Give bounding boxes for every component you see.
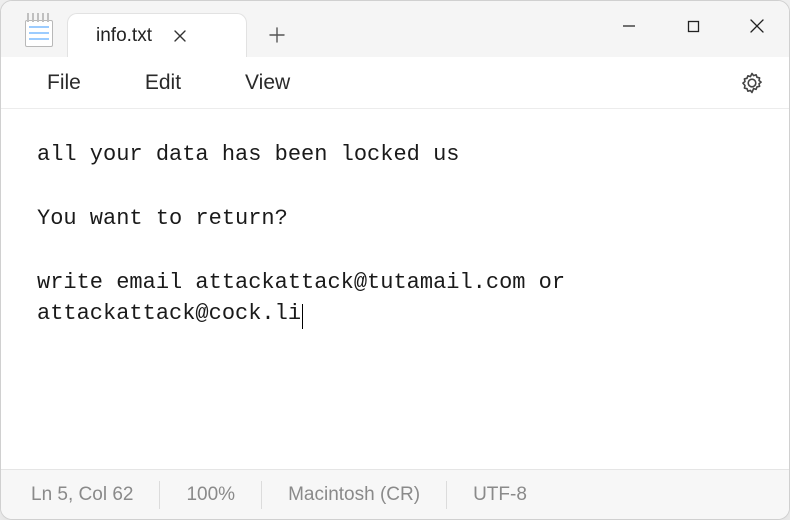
- settings-button[interactable]: [733, 64, 771, 102]
- menu-file[interactable]: File: [29, 63, 99, 103]
- maximize-button[interactable]: [661, 1, 725, 51]
- status-zoom[interactable]: 100%: [160, 481, 262, 509]
- status-line-ending[interactable]: Macintosh (CR): [262, 481, 447, 509]
- text-line: attackattack@cock.li: [37, 301, 301, 326]
- menu-edit[interactable]: Edit: [127, 63, 199, 103]
- menu-view[interactable]: View: [227, 63, 308, 103]
- tab-strip: info.txt: [67, 1, 299, 57]
- status-encoding[interactable]: UTF-8: [447, 481, 553, 509]
- tab-active[interactable]: info.txt: [67, 13, 247, 57]
- minimize-button[interactable]: [597, 1, 661, 51]
- text-line: write email attackattack@tutamail.com or: [37, 270, 578, 295]
- close-tab-icon[interactable]: [172, 28, 188, 44]
- text-line: You want to return?: [37, 206, 288, 231]
- titlebar: info.txt: [1, 1, 789, 57]
- menubar: File Edit View: [1, 57, 789, 109]
- tab-title: info.txt: [96, 25, 152, 47]
- window-controls: [597, 1, 789, 51]
- text-line: all your data has been locked us: [37, 142, 459, 167]
- status-bar: Ln 5, Col 62 100% Macintosh (CR) UTF-8: [1, 469, 789, 519]
- new-tab-button[interactable]: [255, 13, 299, 57]
- notepad-icon: [25, 13, 53, 47]
- status-cursor-position[interactable]: Ln 5, Col 62: [31, 481, 160, 509]
- text-editor[interactable]: all your data has been locked us You wan…: [1, 109, 789, 469]
- gear-icon: [740, 71, 764, 95]
- close-window-button[interactable]: [725, 1, 789, 51]
- text-caret: [302, 304, 303, 329]
- notepad-window: info.txt File Edit View: [0, 0, 790, 520]
